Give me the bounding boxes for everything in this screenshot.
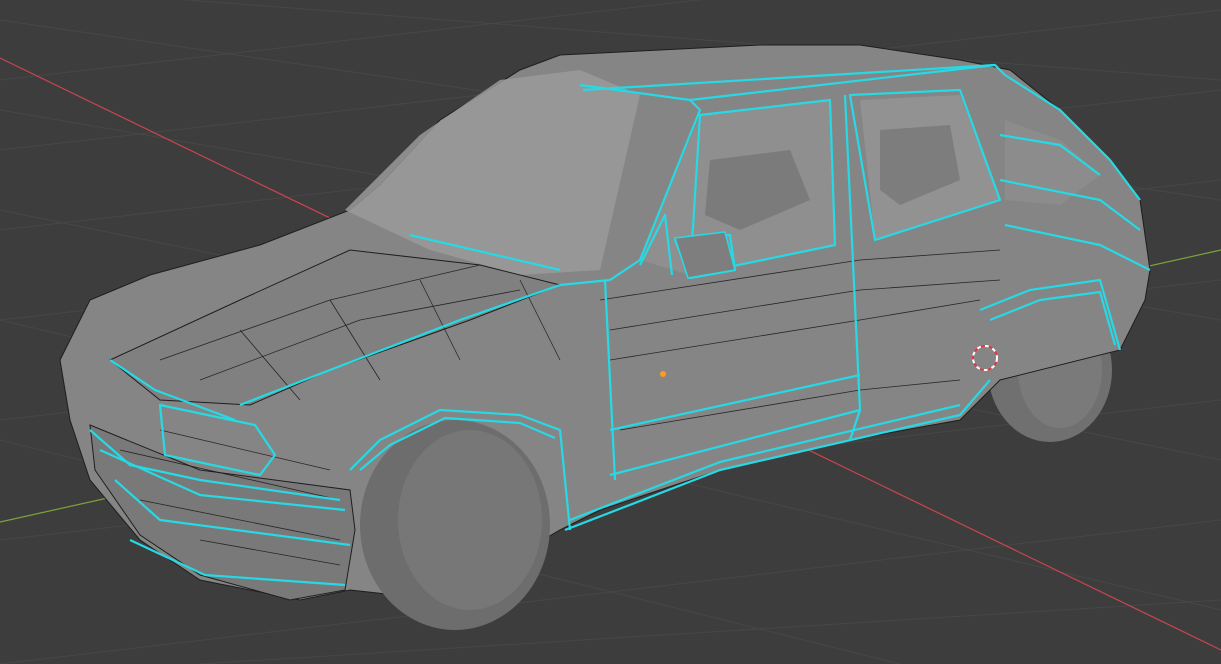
3d-viewport[interactable] <box>0 0 1221 664</box>
car-mesh[interactable] <box>59 44 1151 630</box>
front-tire-face <box>398 430 542 610</box>
viewport-canvas[interactable] <box>0 0 1221 664</box>
object-origin-icon[interactable] <box>660 371 666 377</box>
